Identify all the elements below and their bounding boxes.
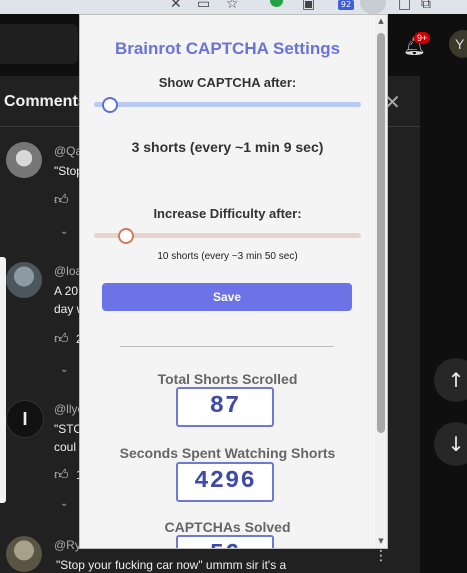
video-frame-edge — [0, 257, 6, 503]
increase-difficulty-value: 10 shorts (every ~3 min 50 sec) — [157, 251, 298, 262]
comment-handle[interactable]: @loa — [54, 264, 82, 278]
total-shorts-value: 87 — [176, 387, 274, 427]
show-captcha-label: Show CAPTCHA after: — [158, 75, 297, 90]
captchas-solved-label: CAPTCHAs Solved — [164, 519, 291, 535]
popup-title: Brainrot CAPTCHA Settings — [114, 39, 341, 58]
brainrot-extension-icon[interactable] — [360, 0, 386, 14]
screenshot-extension-icon[interactable]: ▣ — [302, 0, 315, 12]
show-captcha-value: 3 shorts (every ~1 min 9 sec) — [131, 139, 324, 155]
like-icon[interactable]: 👍︎ — [54, 466, 69, 483]
chevron-down-icon[interactable]: ⌄ — [60, 226, 68, 237]
save-button[interactable]: Save — [102, 283, 352, 311]
bookmark-star-icon[interactable]: ☆ — [226, 0, 239, 12]
comment-text: A 20 — [54, 284, 79, 298]
scroll-down-icon[interactable]: ▼ — [376, 537, 386, 545]
browser-toolbar: ✕ ▭ ☆ ▣ 92 □ ⧉ — [0, 0, 467, 14]
notification-badge: 9+ — [414, 32, 431, 44]
comment-handle[interactable]: @Ry — [54, 538, 81, 552]
slider-handle[interactable] — [102, 97, 119, 113]
scroll-up-icon[interactable]: ▲ — [376, 17, 386, 25]
captchas-solved-value: 56 — [176, 535, 274, 548]
comment-text-line2: coul — [54, 440, 77, 454]
cast-icon[interactable]: ▭ — [197, 0, 210, 12]
comment-handle[interactable]: @Qa — [54, 144, 82, 158]
scrollbar[interactable]: ▲ ▼ — [375, 15, 387, 548]
total-shorts-label: Total Shorts Scrolled — [157, 371, 298, 387]
increase-difficulty-label: Increase Difficulty after: — [153, 206, 302, 221]
slider-track[interactable] — [94, 233, 361, 238]
seconds-watching-label: Seconds Spent Watching Shorts — [119, 445, 336, 461]
like-icon[interactable]: 👍︎ — [54, 330, 69, 347]
more-options-icon[interactable]: ⋮ — [374, 548, 388, 564]
captcha-settings-popup: Brainrot CAPTCHA Settings Show CAPTCHA a… — [79, 14, 388, 549]
window-icon[interactable]: □ — [398, 0, 411, 12]
like-icon[interactable]: 👍︎ — [54, 191, 69, 208]
extension-badge[interactable]: 92 — [338, 0, 354, 10]
seconds-watching-value: 4296 — [176, 462, 274, 502]
next-short-button[interactable]: ↓ — [434, 422, 467, 466]
youtube-search-box[interactable] — [0, 24, 78, 64]
mute-icon[interactable]: ✕ — [170, 0, 182, 12]
commenter-avatar[interactable] — [6, 262, 42, 298]
slider-track[interactable] — [94, 102, 361, 107]
comments-title: Comments — [4, 93, 87, 110]
comment-text: "Stop your fucking car now" ummm sir it'… — [56, 558, 287, 572]
previous-short-button[interactable]: ↑ — [434, 358, 467, 402]
chevron-down-icon[interactable]: ⌄ — [60, 364, 68, 375]
commenter-avatar[interactable] — [6, 142, 42, 178]
puzzle-icon[interactable]: ⧉ — [421, 0, 431, 12]
slider-handle[interactable] — [118, 228, 135, 244]
chevron-down-icon[interactable]: ⌄ — [60, 498, 68, 509]
commenter-avatar[interactable] — [6, 536, 42, 572]
divider — [120, 346, 334, 347]
scrollbar-thumb[interactable] — [377, 33, 385, 433]
whatsapp-extension-icon[interactable] — [270, 0, 283, 7]
commenter-avatar[interactable]: I — [6, 400, 44, 438]
